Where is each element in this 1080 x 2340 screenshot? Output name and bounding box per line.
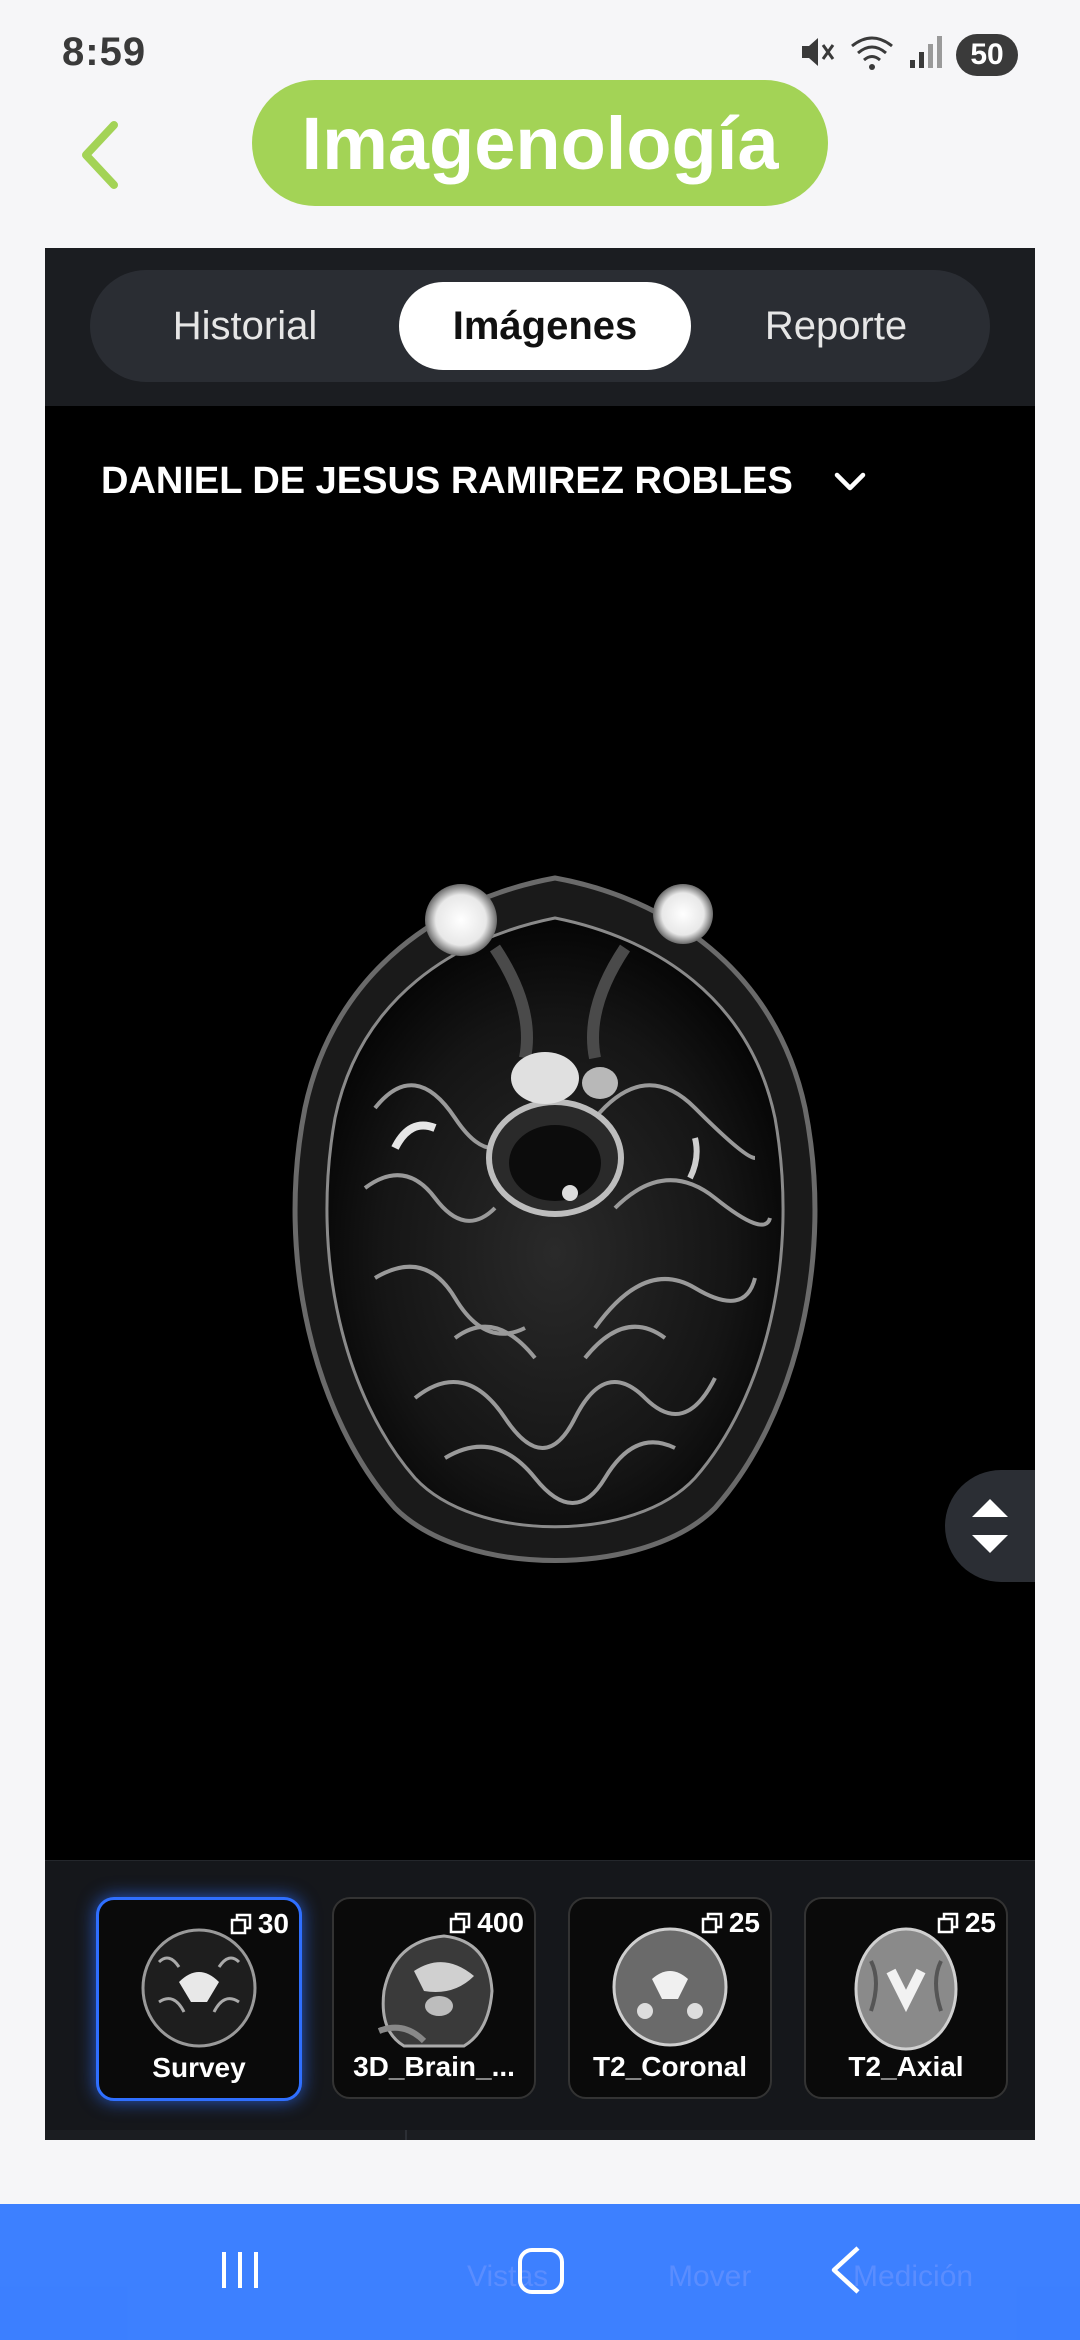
chevron-left-icon	[82, 121, 118, 189]
status-time: 8:59	[62, 30, 147, 74]
up-down-arrows-icon	[972, 1499, 1008, 1553]
tabs-bar: Historial Imágenes Reporte	[45, 248, 1035, 406]
app-header: Imagenología	[0, 70, 1080, 220]
series-name: T2_Axial	[848, 2051, 964, 2082]
series-count: 30	[230, 1908, 289, 1940]
recents-icon	[222, 2252, 258, 2288]
chevron-down-icon	[834, 472, 866, 490]
system-back-button[interactable]	[826, 2242, 866, 2303]
tab-reporte[interactable]: Reporte	[697, 282, 975, 370]
stack-icon	[230, 1913, 252, 1935]
system-navigation-bar: Vistas Mover Medición	[0, 2204, 1080, 2340]
axial-t2-thumbnail	[854, 1927, 958, 2051]
mri-axial-scan[interactable]	[195, 858, 915, 1618]
series-thumbnail[interactable]: 30 Survey	[96, 1897, 302, 2101]
home-icon	[518, 2248, 564, 2294]
series-thumbnail[interactable]: 25 T2_Axial	[804, 1897, 1008, 2099]
sagittal-brain-thumbnail	[377, 1934, 494, 2048]
viewer-toolbar	[45, 2130, 1035, 2140]
series-thumbnail[interactable]: 25 T2_Coronal	[568, 1897, 772, 2099]
tab-historial[interactable]: Historial	[105, 282, 385, 370]
recents-button[interactable]	[216, 2242, 264, 2303]
coronal-t2-thumbnail	[612, 1927, 728, 2047]
patient-name: DANIEL DE JESUS RAMIREZ ROBLES	[101, 460, 793, 502]
back-arrow-icon	[831, 2246, 860, 2294]
page-title: Imagenología	[301, 101, 779, 185]
series-name: T2_Coronal	[592, 2051, 748, 2082]
coronal-brain-thumbnail	[141, 1928, 257, 2048]
mover-label: Mover	[668, 2260, 752, 2293]
series-name: 3D_Brain_...	[353, 2051, 515, 2082]
back-button[interactable]	[72, 115, 132, 195]
medicion-label: Medición	[853, 2260, 974, 2293]
home-button[interactable]	[516, 2242, 566, 2303]
series-name: Survey	[152, 2052, 246, 2083]
stack-icon	[450, 1912, 471, 1934]
signal-icon	[908, 34, 942, 75]
page-title-pill: Imagenología	[252, 80, 828, 206]
series-thumbnail[interactable]: 400 3D_Brain_...	[332, 1897, 536, 2099]
series-strip: 30 Survey 400 3D_Brain_... 25 T2_Coronal	[45, 1860, 1035, 2131]
tab-imagenes[interactable]: Imágenes	[399, 282, 691, 370]
stack-icon	[937, 1912, 959, 1934]
series-count: 400	[449, 1907, 524, 1939]
series-count: 25	[937, 1907, 996, 1939]
patient-selector[interactable]: DANIEL DE JESUS RAMIREZ ROBLES	[101, 460, 867, 503]
toolbar-divider	[405, 2130, 407, 2140]
series-count: 25	[701, 1907, 760, 1939]
image-viewer: Historial Imágenes Reporte DANIEL DE JES…	[45, 248, 1035, 2140]
slice-scroll-handle[interactable]	[945, 1470, 1035, 1582]
stack-icon	[701, 1912, 723, 1934]
segmented-tabs: Historial Imágenes Reporte	[90, 270, 990, 382]
